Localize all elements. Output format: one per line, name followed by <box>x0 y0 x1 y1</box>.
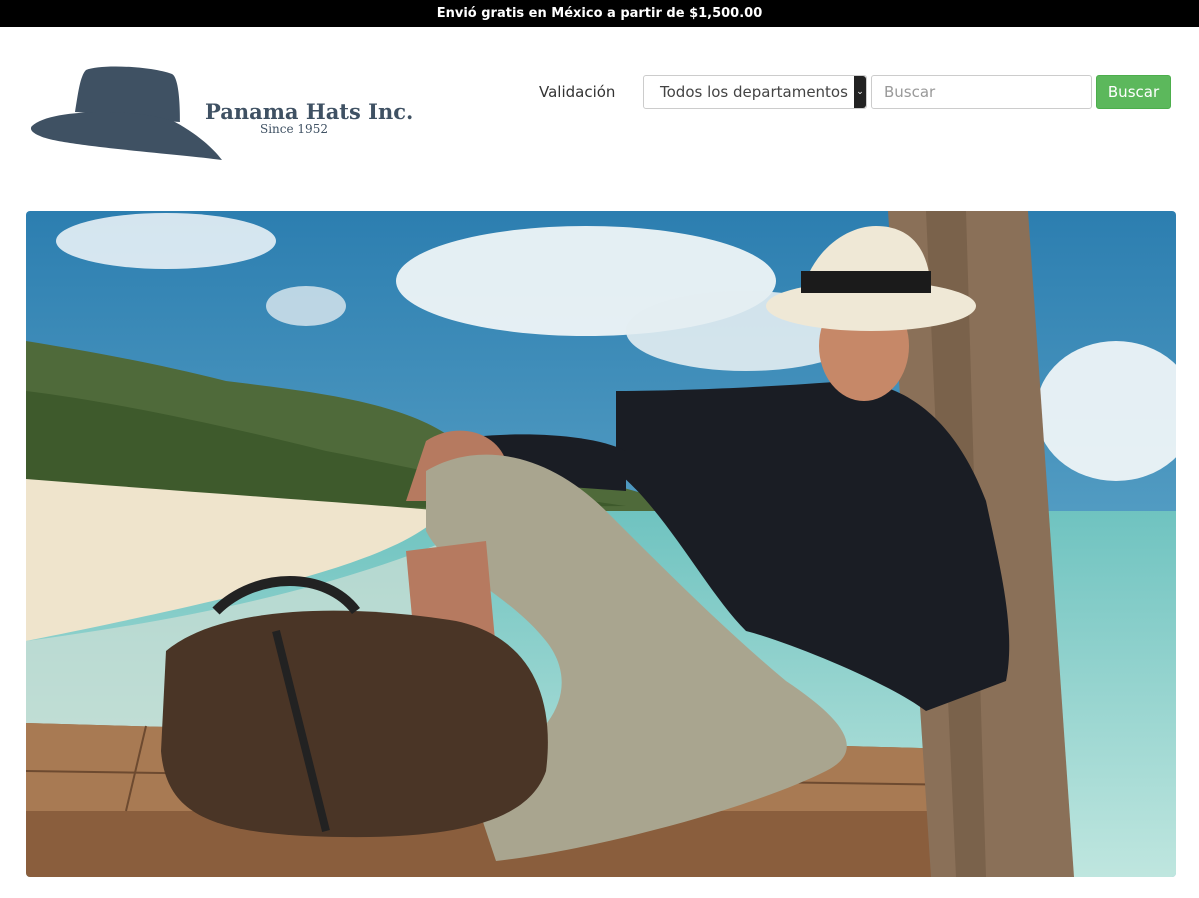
brand-tagline: Since 1952 <box>260 122 328 136</box>
department-select[interactable]: Todos los departamentos ⌄ <box>643 75 867 109</box>
validation-link[interactable]: Validación <box>539 83 615 101</box>
announcement-text: Envió gratis en México a partir de $1,50… <box>436 6 763 21</box>
brand-logo[interactable]: Panama Hats Inc. Since 1952 <box>30 64 413 164</box>
search-input[interactable] <box>871 75 1092 109</box>
search-button[interactable]: Buscar <box>1096 75 1171 109</box>
announcement-bar: Envió gratis en México a partir de $1,50… <box>0 0 1199 27</box>
hat-logo-icon <box>30 66 223 160</box>
brand-name: Panama Hats Inc. <box>205 99 414 124</box>
chevron-down-icon: ⌄ <box>854 76 866 108</box>
hero-banner[interactable] <box>26 211 1176 877</box>
hero-image <box>26 211 1176 877</box>
department-select-value: Todos los departamentos <box>660 83 848 101</box>
